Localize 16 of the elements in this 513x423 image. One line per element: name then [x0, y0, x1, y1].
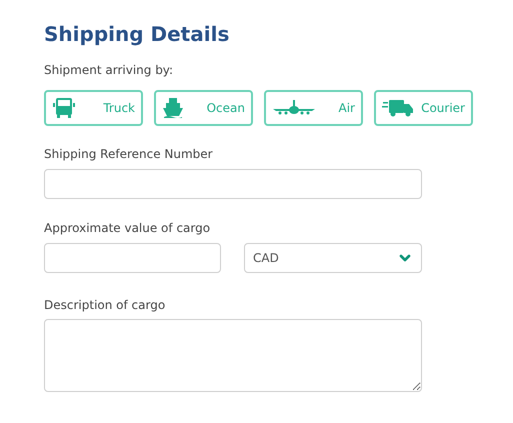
currency-dropdown[interactable]: CAD: [244, 243, 422, 273]
shipping-mode-button[interactable]: Ocean: [154, 90, 253, 126]
value-input-field[interactable]: [44, 243, 221, 273]
field-label: Shipment arriving by:: [44, 64, 174, 76]
field-label: Description of cargo: [44, 299, 166, 311]
field-label: Approximate value of cargo: [44, 222, 212, 234]
section-title: Shipping Details: [44, 24, 230, 44]
field-label: Shipping Reference Number: [44, 148, 214, 160]
reference-input-field[interactable]: [44, 169, 422, 199]
shipping-mode-button[interactable]: Air: [264, 90, 363, 126]
delivery-truck-icon: [382, 98, 414, 118]
shipping-mode-button[interactable]: Courier: [374, 90, 473, 126]
description-text-area[interactable]: [44, 319, 422, 392]
truck-front-icon: [52, 97, 76, 119]
shipping-mode-button[interactable]: Truck: [44, 90, 143, 126]
ship-icon: [162, 97, 184, 119]
